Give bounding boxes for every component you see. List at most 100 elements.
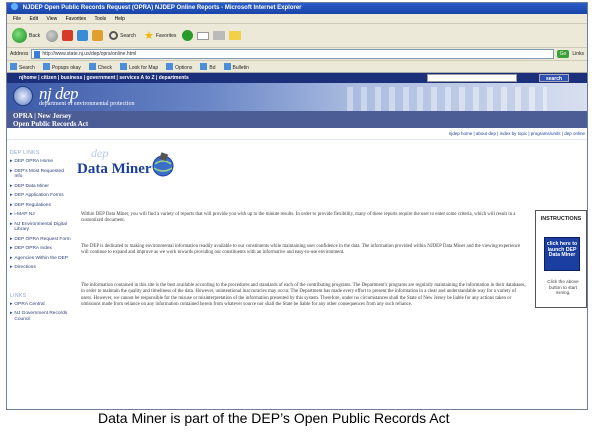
left-nav-item[interactable]: ▸ NJ Environmental Digital Library xyxy=(10,222,71,233)
go-button[interactable]: Go xyxy=(556,50,570,58)
links-item-options[interactable]: Options xyxy=(166,62,193,71)
links-item-label: Options xyxy=(175,64,193,71)
left-nav-spacer xyxy=(10,275,71,293)
left-nav-item[interactable]: ▸ DEP OPRA Index xyxy=(10,246,71,252)
forward-arrow-icon[interactable] xyxy=(46,29,59,42)
opra-line2: Open Public Records Act xyxy=(13,120,89,128)
left-nav-label: DEP OPRA Request Form xyxy=(14,236,71,242)
ie-icon xyxy=(11,3,18,10)
stop-icon[interactable] xyxy=(62,30,74,41)
nj-nav-links[interactable]: njhome | citizen | business | government… xyxy=(19,75,189,81)
back-label: Back xyxy=(29,32,41,39)
title-bar: NJDEP Open Public Records Request (OPRA)… xyxy=(7,3,587,14)
nj-search-input[interactable] xyxy=(427,74,517,82)
search-icon xyxy=(109,31,119,40)
main-content: dep Data Miner Within DEP Data Miner, yo… xyxy=(75,140,533,386)
dep-small-logo: dep xyxy=(91,146,109,160)
links-item-label: Bulletin xyxy=(232,64,249,71)
breadcrumb[interactable]: njdep home | about dep | index by topic … xyxy=(7,128,587,140)
links-item-map[interactable]: Look for Map xyxy=(119,62,158,71)
menu-tools[interactable]: Tools xyxy=(94,16,106,22)
disclaimer-paragraph: The information contained in this site i… xyxy=(81,283,526,308)
left-nav-item[interactable]: ▸ DEP's Most Requested Info xyxy=(10,169,71,180)
left-nav-title: DEP LINKS xyxy=(10,150,40,156)
intro-paragraph: Within DEP Data Miner, you will find a v… xyxy=(81,212,516,224)
links-item-label: Bd xyxy=(209,64,216,71)
print-icon[interactable] xyxy=(213,31,226,40)
left-nav-item[interactable]: ▸ OPRA Central xyxy=(10,302,71,308)
favorites-button[interactable]: ★ Favorites xyxy=(142,30,178,42)
dep-subtitle: department of environmental protection xyxy=(39,101,135,107)
left-nav-item[interactable]: ▸ i-MAP NJ xyxy=(10,212,71,218)
slide-caption: Data Miner is part of the DEP’s Open Pub… xyxy=(98,410,450,426)
google-icon xyxy=(10,62,17,70)
nj-search-button[interactable]: search xyxy=(539,74,569,82)
left-nav-label: DEP's Most Requested Info xyxy=(14,168,64,180)
content-area: DEP LINKS ▸ DEP OPRA Home ▸ DEP's Most Req… xyxy=(7,140,587,386)
left-nav-label: DEP Regulations xyxy=(14,202,51,208)
browser-window: NJDEP Open Public Records Request (OPRA)… xyxy=(6,2,588,410)
opra-line1: OPRA | New Jersey xyxy=(13,112,72,120)
menu-view[interactable]: View xyxy=(46,16,57,22)
menu-file[interactable]: File xyxy=(13,16,21,22)
bullet-icon: ▸ xyxy=(10,221,13,227)
left-nav-item[interactable]: ▸ DEP OPRA Request Form xyxy=(10,237,71,243)
address-input[interactable]: http://www.state.nj.us/dep/opra/online.h… xyxy=(31,49,554,59)
opra-bar: OPRA | New Jersey Open Public Records Ac… xyxy=(7,111,587,128)
left-nav-item[interactable]: ▸ DEP OPRA Home xyxy=(10,159,71,165)
history-icon[interactable] xyxy=(182,30,194,41)
address-label: Address xyxy=(10,51,29,57)
left-nav-label: DEP OPRA Home xyxy=(14,159,53,164)
links-label[interactable]: Links xyxy=(572,51,584,57)
folder-icon[interactable] xyxy=(229,31,242,40)
home-icon[interactable] xyxy=(92,30,104,41)
popup-icon xyxy=(42,62,50,70)
check-icon xyxy=(88,62,96,70)
left-nav-label: DEP OPRA Index xyxy=(14,246,52,251)
left-nav-label: NJ Environmental Digital Library xyxy=(14,221,67,233)
favorites-label: Favorites xyxy=(155,32,177,39)
bullet-icon: ▸ xyxy=(10,265,13,270)
menu-bar: File Edit View Favorites Tools Help xyxy=(7,14,587,24)
links-item-label: Popups okay xyxy=(51,64,81,71)
links-item-bd[interactable]: Bd xyxy=(200,62,216,71)
search-label: Search xyxy=(120,32,136,39)
instructions-box: INSTRUCTIONS click here to launch DEP Da… xyxy=(535,210,587,308)
search-button[interactable]: Search xyxy=(107,30,138,41)
refresh-icon[interactable] xyxy=(77,30,89,41)
links-item-label: Search xyxy=(19,64,35,71)
left-nav-title-links: LINKS xyxy=(10,292,27,299)
bullet-icon: ▸ xyxy=(10,236,13,242)
star-icon: ★ xyxy=(143,29,154,42)
bullet-icon: ▸ xyxy=(10,159,13,164)
left-nav-item[interactable]: ▸ Agencies Within the DEP xyxy=(10,256,71,262)
page-icon xyxy=(34,51,41,58)
left-nav-item[interactable]: ▸ DEP Data Miner xyxy=(10,184,71,190)
menu-favorites[interactable]: Favorites xyxy=(66,16,87,22)
bullet-icon: ▸ xyxy=(10,183,13,189)
links-item-bulletin[interactable]: Bulletin xyxy=(223,62,249,71)
banner-photo xyxy=(347,87,547,111)
links-item-check[interactable]: Check xyxy=(88,62,112,71)
back-button[interactable]: Back xyxy=(10,27,42,44)
bullet-icon: ▸ xyxy=(10,311,13,316)
bullet-icon: ▸ xyxy=(10,255,13,261)
menu-edit[interactable]: Edit xyxy=(29,16,38,22)
left-nav-item[interactable]: ▸ Directions xyxy=(10,265,71,271)
mail-icon[interactable] xyxy=(197,31,210,40)
instructions-text: Click the above button to start mining. xyxy=(547,279,579,296)
links-item-search[interactable]: Search xyxy=(10,62,35,71)
window-title: NJDEP Open Public Records Request (OPRA)… xyxy=(22,5,302,11)
launch-data-miner-button[interactable]: click here to launch DEP Data Miner xyxy=(544,237,580,271)
bullet-icon: ▸ xyxy=(10,212,13,217)
address-url: http://www.state.nj.us/dep/opra/online.h… xyxy=(42,51,137,57)
nj-global-nav: njhome | citizen | business | government… xyxy=(7,73,587,83)
left-nav-item[interactable]: ▸ DEP Regulations xyxy=(10,203,71,209)
left-nav-item[interactable]: ▸ DEP Application Forms xyxy=(10,193,71,199)
slide: NJDEP Open Public Records Request (OPRA)… xyxy=(0,0,592,447)
left-nav-item[interactable]: ▸ NJ Government Records Council xyxy=(10,311,71,322)
menu-help[interactable]: Help xyxy=(115,16,125,22)
dep-banner: nj dep department of environmental prote… xyxy=(7,83,587,111)
links-item-popups[interactable]: Popups okay xyxy=(42,62,81,71)
bullet-icon: ▸ xyxy=(10,168,13,174)
